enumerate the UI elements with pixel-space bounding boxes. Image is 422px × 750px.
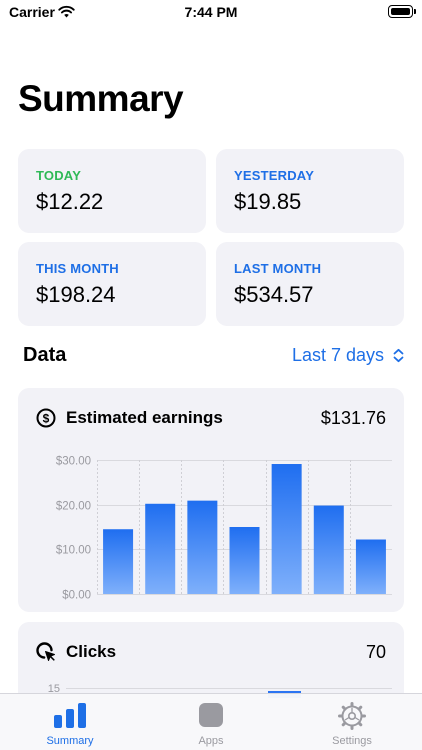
stat-value-this-month: $198.24 [36, 282, 116, 307]
apps-icon [199, 703, 223, 727]
earnings-bar [229, 527, 260, 594]
earnings-total: $131.76 [320, 407, 386, 428]
earnings-bar [145, 503, 176, 594]
earnings-title: Estimated earnings [66, 408, 223, 427]
tab-settings[interactable]: Settings [282, 694, 422, 750]
cursor-click-icon [36, 642, 55, 661]
stat-card-yesterday[interactable]: YESTERDAY $19.85 [216, 149, 404, 233]
date-range-label: Last 7 days [291, 345, 384, 365]
stat-value-today: $12.22 [36, 189, 104, 214]
bar-chart-icon [54, 703, 86, 728]
clicks-total: 70 [365, 641, 386, 662]
earnings-bar [313, 505, 344, 594]
status-time: 7:44 PM [184, 4, 238, 20]
date-range-picker[interactable]: Last 7 days [292, 345, 404, 366]
earnings-bar [103, 529, 134, 594]
stat-label-this-month: THIS MONTH [36, 261, 119, 276]
tab-label-apps: Apps [198, 735, 224, 747]
earnings-bar [187, 500, 218, 594]
tab-apps[interactable]: Apps [141, 694, 281, 750]
stat-value-last-month: $534.57 [234, 282, 314, 307]
chevron-up-down-icon [393, 348, 404, 363]
y-tick-label: $30.00 [56, 456, 91, 468]
stat-label-yesterday: YESTERDAY [234, 168, 315, 183]
battery-icon [388, 5, 416, 18]
earnings-bar-chart: $0.00 $10.00 $20.00 $30.00 [56, 456, 392, 602]
status-bar: Carrier 7:44 PM [0, 0, 422, 24]
clicks-title: Clicks [66, 642, 117, 661]
y-tick-label: $10.00 [56, 545, 91, 557]
stat-label-today: TODAY [36, 168, 82, 183]
stat-label-last-month: LAST MONTH [234, 261, 322, 276]
tab-label-summary: Summary [46, 735, 94, 747]
data-section-title: Data [23, 344, 67, 366]
tab-summary[interactable]: Summary [0, 694, 140, 750]
earnings-card[interactable]: $ Estimated earnings $131.76 $0.00 $10.00… [18, 388, 404, 612]
y-tick-label: $0.00 [62, 590, 91, 602]
settings-gear-icon [338, 702, 366, 730]
earnings-bar [355, 539, 386, 594]
tab-label-settings: Settings [332, 735, 372, 747]
stat-card-last-month[interactable]: LAST MONTH $534.57 [216, 242, 404, 326]
stat-card-today[interactable]: TODAY $12.22 [18, 149, 206, 233]
stat-card-this-month[interactable]: THIS MONTH $198.24 [18, 242, 206, 326]
tab-bar: Summary Apps Settings [0, 693, 422, 750]
svg-text:$: $ [43, 412, 50, 426]
page-title: Summary [18, 78, 184, 119]
stat-value-yesterday: $19.85 [234, 189, 302, 214]
earnings-bar [271, 464, 302, 594]
dollar-circle-icon: $ [36, 408, 56, 428]
y-tick-label: $20.00 [56, 501, 91, 513]
